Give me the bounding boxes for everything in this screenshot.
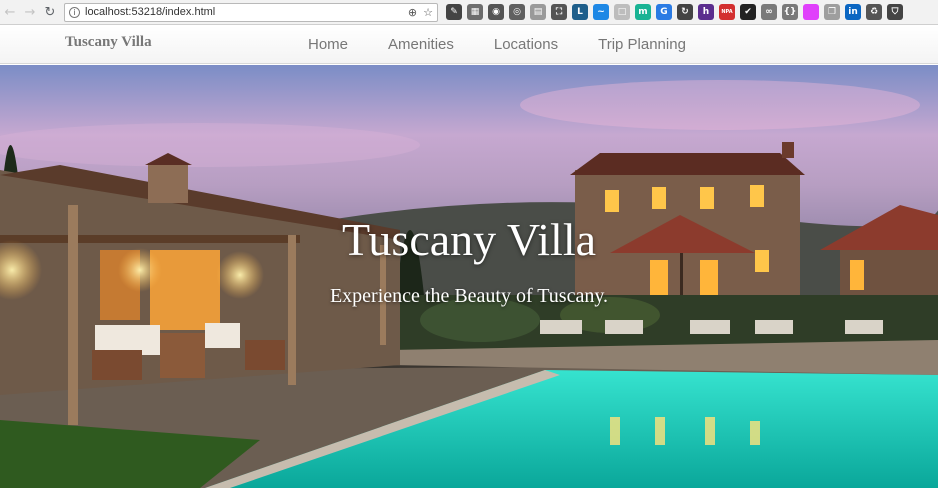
site-info-icon[interactable]: i — [69, 6, 80, 18]
infinity-extension-icon[interactable]: ∞ — [761, 4, 777, 20]
extensions-bar: ✎ ▦ ◉ ◎ ▤ ⛶ L ~ □ m G ↻ h NPA ✔ ∞ {} ❐ in ♻ ⛉ — [446, 4, 903, 20]
l-extension-icon[interactable]: L — [572, 4, 588, 20]
nav-link-amenities[interactable]: Amenities — [388, 36, 454, 53]
address-bar[interactable]: i localhost:53218/index.html ⊕ ☆ — [64, 2, 438, 22]
page-extension-icon[interactable]: ▤ — [530, 4, 546, 20]
check-extension-icon[interactable]: ✔ — [740, 4, 756, 20]
chrome-extension-icon[interactable]: ◉ — [488, 4, 504, 20]
site-navbar: Tuscany Villa Home Amenities Locations T… — [0, 26, 938, 64]
stylus-extension-icon[interactable]: ✎ — [446, 4, 462, 20]
reload-icon[interactable]: ↻ — [40, 2, 60, 22]
site-brand[interactable]: Tuscany Villa — [65, 34, 152, 51]
hero-subtitle: Experience the Beauty of Tuscany. — [329, 285, 609, 307]
nav-link-trip-planning[interactable]: Trip Planning — [598, 36, 686, 53]
linkedin-extension-icon[interactable]: in — [845, 4, 861, 20]
expand-extension-icon[interactable]: ⛶ — [551, 4, 567, 20]
bookmark-star-icon[interactable]: ☆ — [423, 6, 433, 19]
recycle-extension-icon[interactable]: ♻ — [866, 4, 882, 20]
qr-extension-icon[interactable]: ▦ — [467, 4, 483, 20]
json-extension-icon[interactable]: {} — [782, 4, 798, 20]
bookmark-extension-icon[interactable]: ❐ — [824, 4, 840, 20]
green-circle-extension-icon[interactable]: m — [635, 4, 651, 20]
search-extension-icon[interactable]: ◎ — [509, 4, 525, 20]
hero-background-image — [0, 65, 938, 488]
nav-link-home[interactable]: Home — [308, 36, 348, 53]
zoom-icon[interactable]: ⊕ — [408, 6, 417, 19]
nav-link-locations[interactable]: Locations — [494, 36, 558, 53]
grammar-extension-icon[interactable]: G — [656, 4, 672, 20]
refresh-extension-icon[interactable]: ↻ — [677, 4, 693, 20]
wave-extension-icon[interactable]: ~ — [593, 4, 609, 20]
gradient-extension-icon[interactable] — [803, 4, 819, 20]
box-extension-icon[interactable]: □ — [614, 4, 630, 20]
browser-toolbar: ← → ↻ i localhost:53218/index.html ⊕ ☆ ✎… — [0, 0, 938, 25]
back-icon[interactable]: ← — [0, 2, 20, 22]
npa-extension-icon[interactable]: NPA — [719, 4, 735, 20]
main-menu: Home Amenities Locations Trip Planning — [308, 36, 726, 53]
hero-title: Tuscany Villa — [341, 214, 597, 265]
shield-extension-icon[interactable]: ⛉ — [887, 4, 903, 20]
address-bar-url[interactable]: localhost:53218/index.html — [85, 6, 402, 18]
h-extension-icon[interactable]: h — [698, 4, 714, 20]
forward-icon[interactable]: → — [20, 2, 40, 22]
hero-banner: Tuscany Villa Experience the Beauty of T… — [0, 65, 938, 488]
